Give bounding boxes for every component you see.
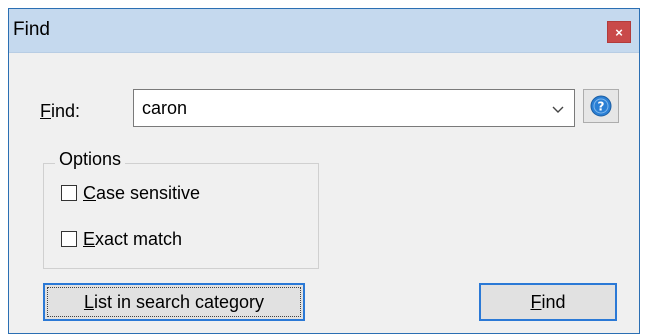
help-button[interactable]: ? xyxy=(583,89,619,123)
options-groupbox xyxy=(43,163,319,269)
close-button[interactable]: × xyxy=(607,21,631,43)
title-bar[interactable]: Find × xyxy=(9,9,639,53)
options-group-label: Options xyxy=(55,149,126,170)
focus-rectangle xyxy=(47,287,301,317)
find-label: Find: xyxy=(40,101,81,121)
exact-match-option[interactable]: Exact match xyxy=(61,227,182,251)
find-combobox[interactable]: caron xyxy=(133,89,575,127)
find-button[interactable]: Find xyxy=(479,283,617,321)
case-sensitive-label: Case sensitive xyxy=(83,182,201,203)
exact-match-label: Exact match xyxy=(83,228,183,249)
list-in-search-category-button[interactable]: List in search category xyxy=(43,283,305,321)
find-dialog: Find × Find: caron ? Options Case sensit… xyxy=(8,8,640,334)
case-sensitive-checkbox[interactable] xyxy=(61,185,77,201)
svg-text:?: ? xyxy=(598,100,605,114)
exact-match-checkbox[interactable] xyxy=(61,231,77,247)
window-title: Find xyxy=(13,19,50,40)
close-icon: × xyxy=(615,24,623,40)
find-input[interactable]: caron xyxy=(142,98,187,119)
find-button-label: Find xyxy=(530,291,566,312)
help-icon: ? xyxy=(590,95,612,117)
case-sensitive-option[interactable]: Case sensitive xyxy=(61,181,200,205)
chevron-down-icon[interactable] xyxy=(548,99,568,119)
